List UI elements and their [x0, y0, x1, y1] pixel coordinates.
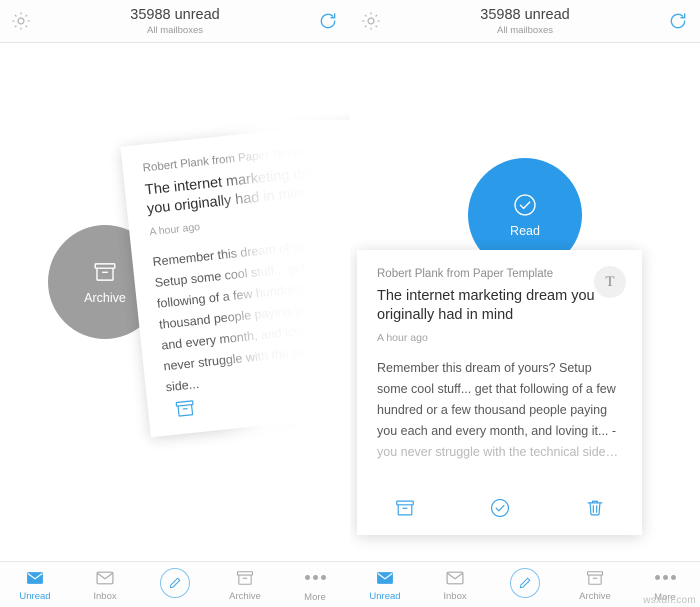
tab-unread[interactable]: Unread — [350, 562, 420, 607]
left-unread-count: 35988 unread — [130, 7, 220, 23]
tab-archive-label: Archive — [579, 590, 611, 602]
tab-inbox[interactable]: Inbox — [420, 562, 490, 607]
email-preview-body-fade: you never struggle with the technical si… — [377, 445, 619, 459]
tab-more[interactable]: More — [280, 562, 350, 607]
tab-inbox[interactable]: Inbox — [70, 562, 140, 607]
archive-box-icon — [234, 568, 256, 588]
swipe-action-read-label: Read — [510, 224, 540, 238]
email-sender: Robert Plank from Paper Template — [377, 268, 554, 280]
right-top-bar: 35988 unread All mailboxes — [350, 0, 700, 43]
email-card-actions — [149, 397, 350, 423]
tab-compose[interactable] — [140, 562, 210, 607]
tab-inbox-label: Inbox — [93, 590, 117, 602]
email-time: A hour ago — [377, 332, 428, 344]
left-mailbox-label: All mailboxes — [147, 25, 203, 36]
email-card[interactable]: Robert Plank from Paper Template T The i… — [357, 250, 642, 535]
inbox-mail-icon — [444, 568, 466, 588]
compose-pencil-icon — [160, 568, 190, 598]
email-card-actions — [357, 497, 642, 519]
more-dots-icon — [654, 567, 676, 589]
tab-compose[interactable] — [490, 562, 560, 607]
left-top-bar: 35988 unread All mailboxes — [0, 0, 350, 43]
right-unread-count: 35988 unread — [480, 7, 570, 23]
watermark: wsxdn.com — [643, 595, 696, 606]
tab-inbox-label: Inbox — [443, 590, 467, 602]
check-circle-icon — [512, 192, 538, 218]
tab-unread[interactable]: Unread — [0, 562, 70, 607]
tab-unread-label: Unread — [369, 590, 401, 602]
email-preview-body: Remember this dream of yours? Setup some… — [377, 358, 622, 463]
trash-icon[interactable] — [584, 497, 606, 519]
right-phone-screen: 35988 unread All mailboxes Read Robert P… — [350, 0, 700, 607]
refresh-icon[interactable] — [318, 11, 338, 31]
avatar: T — [594, 266, 626, 298]
more-dots-icon — [304, 567, 326, 589]
left-phone-screen: 35988 unread All mailboxes Archive Rober… — [0, 0, 350, 607]
email-preview-body: Remember this dream of yours? Setup some… — [151, 236, 350, 395]
check-circle-icon[interactable] — [300, 395, 324, 419]
archive-box-icon — [584, 568, 606, 588]
tab-unread-label: Unread — [19, 590, 51, 602]
unread-mail-icon — [24, 568, 46, 588]
inbox-mail-icon — [94, 568, 116, 588]
tab-archive[interactable]: Archive — [560, 562, 630, 607]
archive-box-icon — [92, 259, 118, 285]
tab-more-label: More — [304, 591, 326, 603]
archive-box-icon[interactable] — [394, 497, 416, 519]
email-subject: The internet marketing dream you origina… — [377, 288, 595, 323]
right-mailbox-label: All mailboxes — [497, 25, 553, 36]
refresh-icon[interactable] — [668, 11, 688, 31]
tab-archive[interactable]: Archive — [210, 562, 280, 607]
swipe-action-archive-label: Archive — [84, 291, 126, 305]
email-card-swiping[interactable]: Robert Plank from Paper Template The int… — [120, 120, 350, 438]
email-preview-body-main: Remember this dream of yours? Setup some… — [377, 361, 617, 438]
check-circle-icon[interactable] — [489, 497, 511, 519]
compose-pencil-icon — [510, 568, 540, 598]
archive-box-icon[interactable] — [173, 396, 197, 420]
tab-archive-label: Archive — [229, 590, 261, 602]
left-tab-bar: Unread Inbox Archive More — [0, 561, 350, 607]
unread-mail-icon — [374, 568, 396, 588]
